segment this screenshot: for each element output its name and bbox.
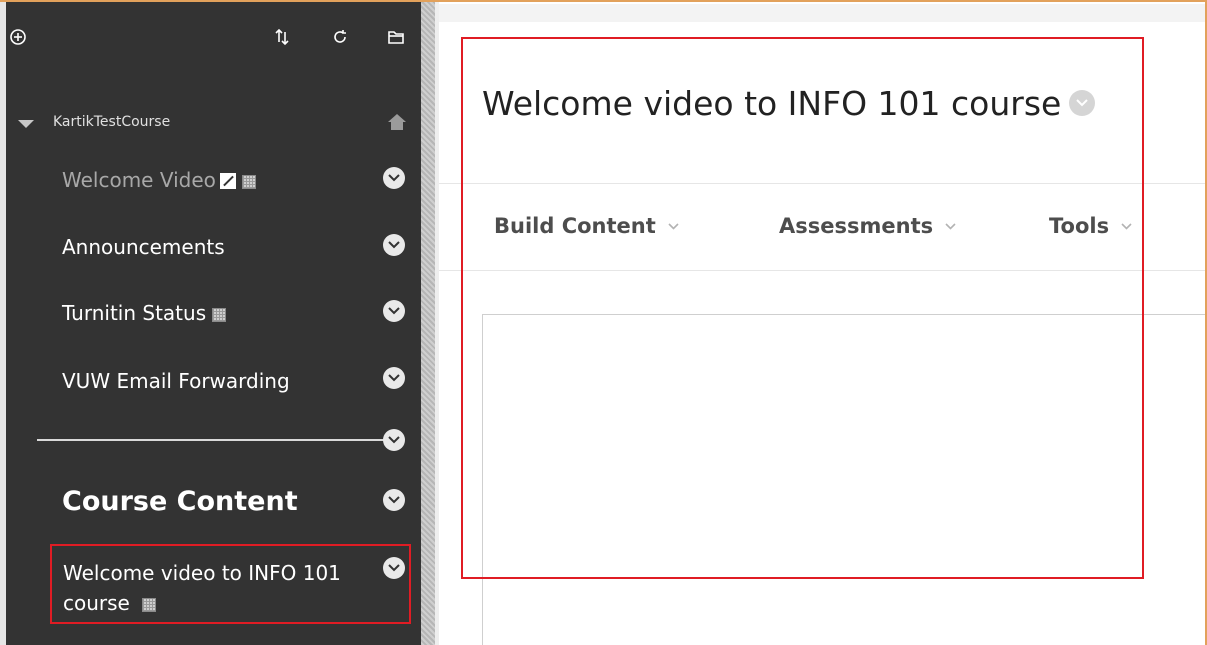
- sidebar-item-announcements[interactable]: Announcements: [62, 235, 225, 259]
- chevron-down-icon[interactable]: [1069, 90, 1096, 116]
- hidden-from-students-icon: [219, 173, 236, 189]
- content-area: [482, 314, 1205, 645]
- chevron-down-icon: [945, 222, 956, 230]
- sidebar-section-heading[interactable]: Course Content: [62, 486, 298, 517]
- divider: [439, 270, 1205, 271]
- assessments-menu[interactable]: Assessments: [779, 214, 956, 238]
- item-options-icon: [212, 308, 227, 322]
- reorder-icon[interactable]: [271, 26, 293, 48]
- chevron-down-icon[interactable]: [383, 167, 405, 189]
- app-window: KartikTestCourse Welcome Video Announcem…: [0, 0, 1207, 645]
- course-row[interactable]: KartikTestCourse: [18, 110, 413, 134]
- chevron-down-icon[interactable]: [383, 367, 405, 389]
- sidebar-item-turnitin-status[interactable]: Turnitin Status: [62, 301, 227, 325]
- item-options-icon: [142, 598, 157, 612]
- sidebar-item-vuw-email-forwarding[interactable]: VUW Email Forwarding: [62, 369, 290, 393]
- course-name[interactable]: KartikTestCourse: [53, 114, 170, 130]
- course-menu-sidebar: KartikTestCourse Welcome Video Announcem…: [0, 2, 421, 645]
- sidebar-edge: [0, 2, 6, 645]
- item-options-icon: [241, 175, 256, 189]
- chevron-down-icon[interactable]: [383, 234, 405, 256]
- sidebar-item-label: VUW Email Forwarding: [62, 369, 290, 393]
- tools-menu[interactable]: Tools: [1049, 214, 1132, 238]
- chevron-down-icon[interactable]: [383, 300, 405, 322]
- chevron-down-icon[interactable]: [383, 557, 405, 579]
- sidebar-item-label-wrap: Welcome video to INFO 101 course: [63, 558, 363, 618]
- chevron-down-icon: [668, 222, 679, 230]
- sidebar-item-welcome-video-info101[interactable]: Welcome video to INFO 101 course: [50, 544, 411, 624]
- page-title-row: Welcome video to INFO 101 course: [482, 80, 1096, 126]
- add-icon[interactable]: [7, 26, 29, 48]
- sidebar-item-welcome-video[interactable]: Welcome Video: [62, 168, 256, 192]
- main-gutter: [435, 2, 439, 645]
- menu-label: Build Content: [494, 214, 656, 238]
- sidebar-item-label: Announcements: [62, 235, 225, 259]
- menu-label: Tools: [1049, 214, 1110, 238]
- divider: [439, 183, 1205, 184]
- sidebar-resize-handle[interactable]: [421, 2, 435, 645]
- top-band: [439, 4, 1205, 22]
- refresh-icon[interactable]: [329, 26, 351, 48]
- sidebar-item-label: Welcome Video: [62, 168, 216, 192]
- menu-divider: [37, 439, 387, 441]
- chevron-down-icon[interactable]: [383, 489, 405, 511]
- collapse-triangle-icon[interactable]: [18, 120, 34, 128]
- page-title: Welcome video to INFO 101 course: [482, 83, 1062, 123]
- chevron-down-icon: [1121, 222, 1132, 230]
- chevron-down-icon[interactable]: [383, 429, 405, 451]
- build-content-menu[interactable]: Build Content: [494, 214, 679, 238]
- home-icon[interactable]: [387, 113, 407, 131]
- folder-icon[interactable]: [385, 26, 407, 48]
- sidebar-item-label: Welcome video to INFO 101 course: [63, 561, 341, 615]
- menu-label: Assessments: [779, 214, 934, 238]
- sidebar-item-label: Turnitin Status: [62, 301, 207, 325]
